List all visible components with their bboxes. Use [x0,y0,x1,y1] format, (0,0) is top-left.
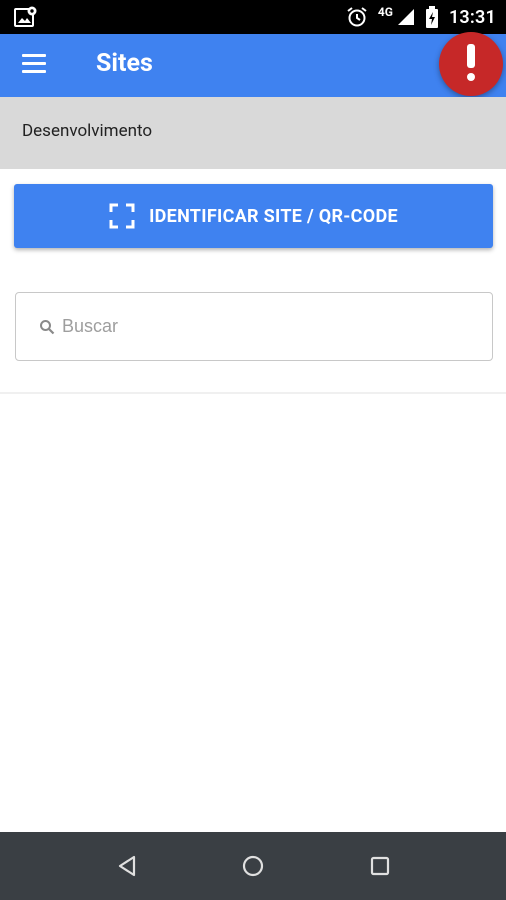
identify-site-button[interactable]: IDENTIFICAR SITE / QR-CODE [14,184,493,248]
network-type-label: 4G [377,5,393,19]
back-icon[interactable] [113,852,141,880]
system-nav-bar [0,832,506,900]
app-bar: Sites [0,34,506,97]
search-box[interactable] [15,292,493,361]
recents-icon[interactable] [366,852,394,880]
signal-icon [397,9,414,25]
alarm-icon [347,7,367,27]
alert-button[interactable] [439,32,503,96]
environment-label: Desenvolvimento [22,121,153,141]
environment-banner: Desenvolvimento [0,97,506,169]
battery-icon [425,6,438,28]
hamburger-icon[interactable] [22,54,46,76]
qr-scan-icon [109,203,135,229]
search-input[interactable] [62,309,462,343]
gallery-notification-icon [14,6,37,27]
search-icon [40,320,55,335]
divider [0,392,506,394]
status-time: 13:31 [448,6,496,28]
status-bar: 4G 13:31 [0,0,506,34]
home-icon[interactable] [239,852,267,880]
identify-site-label: IDENTIFICAR SITE / QR-CODE [149,205,398,227]
page-title: Sites [96,49,153,78]
